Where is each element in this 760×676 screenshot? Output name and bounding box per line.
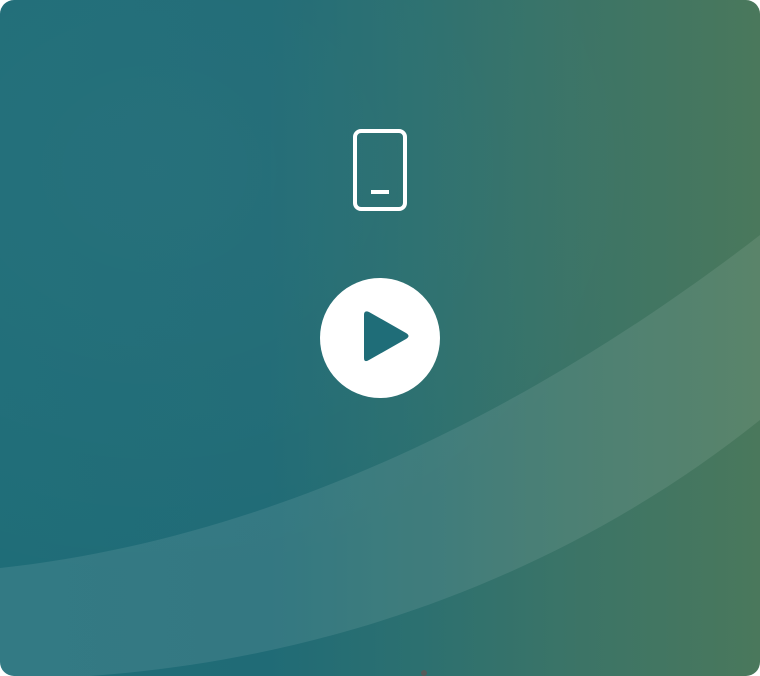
play-icon <box>364 311 409 362</box>
play-button[interactable] <box>320 278 440 398</box>
smartphone-icon <box>353 129 407 211</box>
video-card <box>0 0 760 676</box>
indicator-dot <box>421 670 427 676</box>
